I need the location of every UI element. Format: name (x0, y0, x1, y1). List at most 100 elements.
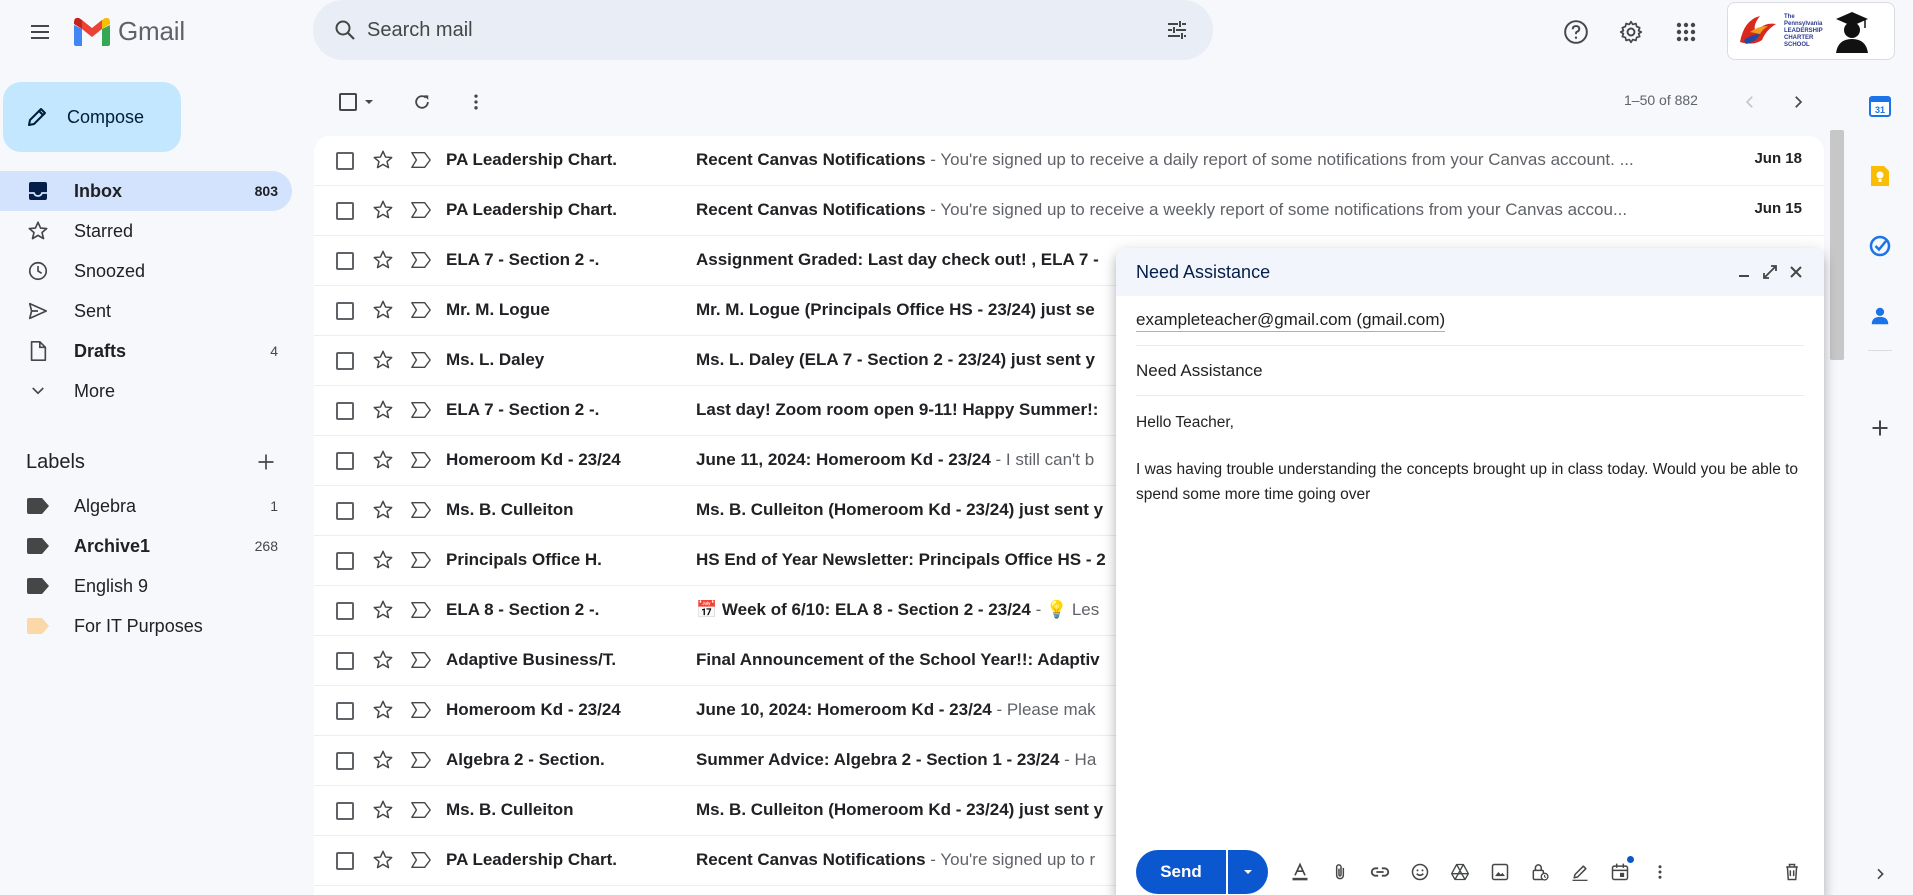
confidential-mode-button[interactable] (1520, 852, 1560, 892)
list-scrollbar[interactable] (1830, 130, 1844, 360)
row-checkbox[interactable] (336, 202, 354, 220)
search-button[interactable] (327, 12, 363, 48)
contacts-app-button[interactable] (1860, 296, 1900, 336)
refresh-button[interactable] (402, 80, 442, 124)
row-checkbox[interactable] (336, 752, 354, 770)
star-toggle[interactable] (372, 449, 394, 471)
row-checkbox[interactable] (336, 402, 354, 420)
recipient-chip[interactable]: exampleteacher@gmail.com (gmail.com) (1136, 310, 1446, 332)
tasks-app-button[interactable] (1860, 226, 1900, 266)
importance-toggle[interactable] (410, 150, 432, 170)
star-toggle[interactable] (372, 699, 394, 721)
star-toggle[interactable] (372, 649, 394, 671)
close-compose-button[interactable] (1784, 260, 1808, 284)
importance-toggle[interactable] (410, 750, 432, 770)
importance-toggle[interactable] (410, 600, 432, 620)
star-toggle[interactable] (372, 249, 394, 271)
insert-drive-button[interactable] (1440, 852, 1480, 892)
row-checkbox[interactable] (336, 652, 354, 670)
newer-page-button[interactable] (1730, 80, 1770, 124)
row-checkbox[interactable] (336, 702, 354, 720)
row-checkbox[interactable] (336, 352, 354, 370)
main-menu-button[interactable] (22, 14, 58, 50)
select-all-dropdown[interactable] (334, 80, 380, 124)
search-input[interactable] (367, 10, 1127, 50)
insert-signature-button[interactable] (1560, 852, 1600, 892)
keep-app-button[interactable] (1860, 156, 1900, 196)
sidebar-item-inbox[interactable]: Inbox 803 (0, 171, 292, 211)
star-toggle[interactable] (372, 149, 394, 171)
send-button[interactable]: Send (1136, 850, 1226, 894)
row-checkbox[interactable] (336, 802, 354, 820)
more-options-button[interactable] (1640, 852, 1680, 892)
importance-toggle[interactable] (410, 550, 432, 570)
sidebar-item-drafts[interactable]: Drafts 4 (0, 331, 292, 371)
attach-files-button[interactable] (1320, 852, 1360, 892)
get-addons-button[interactable] (1860, 408, 1900, 448)
star-toggle[interactable] (372, 299, 394, 321)
sidebar-item-more[interactable]: More (0, 371, 292, 411)
show-side-panel-button[interactable] (1860, 854, 1900, 894)
star-toggle[interactable] (372, 199, 394, 221)
star-toggle[interactable] (372, 349, 394, 371)
importance-toggle[interactable] (410, 350, 432, 370)
star-toggle[interactable] (372, 849, 394, 871)
search-options-button[interactable] (1159, 12, 1195, 48)
importance-toggle[interactable] (410, 250, 432, 270)
create-label-button[interactable] (250, 446, 282, 478)
importance-toggle[interactable] (410, 300, 432, 320)
insert-link-button[interactable] (1360, 852, 1400, 892)
support-button[interactable] (1556, 12, 1596, 52)
discard-draft-button[interactable] (1772, 852, 1812, 892)
sidebar-label-english-9[interactable]: English 9 (0, 566, 292, 606)
importance-toggle[interactable] (410, 500, 432, 520)
insert-emoji-button[interactable] (1400, 852, 1440, 892)
google-apps-button[interactable] (1666, 12, 1706, 52)
minimize-button[interactable] (1732, 260, 1756, 284)
importance-toggle[interactable] (410, 700, 432, 720)
importance-toggle[interactable] (410, 850, 432, 870)
row-checkbox[interactable] (336, 152, 354, 170)
star-toggle[interactable] (372, 499, 394, 521)
row-checkbox[interactable] (336, 852, 354, 870)
sidebar-item-sent[interactable]: Sent (0, 291, 292, 331)
sidebar-label-archive1[interactable]: Archive1 268 (0, 526, 292, 566)
gmail-logo[interactable]: Gmail (72, 16, 185, 47)
row-checkbox[interactable] (336, 602, 354, 620)
row-checkbox[interactable] (336, 502, 354, 520)
star-toggle[interactable] (372, 399, 394, 421)
row-checkbox[interactable] (336, 552, 354, 570)
message-body[interactable]: Hello Teacher, I was having trouble unde… (1136, 410, 1804, 529)
calendar-app-button[interactable]: 31 (1860, 86, 1900, 126)
star-toggle[interactable] (372, 549, 394, 571)
recipients-field[interactable]: exampleteacher@gmail.com (gmail.com) (1136, 296, 1804, 346)
subject-field[interactable]: Need Assistance (1136, 346, 1804, 396)
compose-button[interactable]: Compose (3, 82, 181, 152)
sidebar-label-for-it-purposes[interactable]: For IT Purposes (0, 606, 292, 646)
compose-header[interactable]: Need Assistance (1116, 248, 1824, 296)
importance-toggle[interactable] (410, 400, 432, 420)
row-checkbox[interactable] (336, 302, 354, 320)
row-checkbox[interactable] (336, 452, 354, 470)
row-checkbox[interactable] (336, 252, 354, 270)
star-toggle[interactable] (372, 749, 394, 771)
email-row[interactable]: PA Leadership Chart. Recent Canvas Notifi… (314, 136, 1824, 186)
schedule-send-button[interactable] (1600, 852, 1640, 892)
older-page-button[interactable] (1778, 80, 1818, 124)
more-actions-button[interactable] (456, 80, 496, 124)
sidebar-item-starred[interactable]: Starred (0, 211, 292, 251)
importance-toggle[interactable] (410, 650, 432, 670)
star-toggle[interactable] (372, 799, 394, 821)
insert-photo-button[interactable] (1480, 852, 1520, 892)
importance-toggle[interactable] (410, 800, 432, 820)
importance-toggle[interactable] (410, 450, 432, 470)
star-toggle[interactable] (372, 599, 394, 621)
sidebar-label-algebra[interactable]: Algebra 1 (0, 486, 292, 526)
sidebar-item-snoozed[interactable]: Snoozed (0, 251, 292, 291)
formatting-options-button[interactable] (1280, 852, 1320, 892)
importance-toggle[interactable] (410, 200, 432, 220)
more-send-options-button[interactable] (1228, 850, 1268, 894)
account-button[interactable]: The Pennsylvania LEADERSHIP CHARTER SCHO… (1727, 2, 1895, 60)
select-all-checkbox[interactable] (339, 93, 357, 111)
full-screen-button[interactable] (1758, 260, 1782, 284)
